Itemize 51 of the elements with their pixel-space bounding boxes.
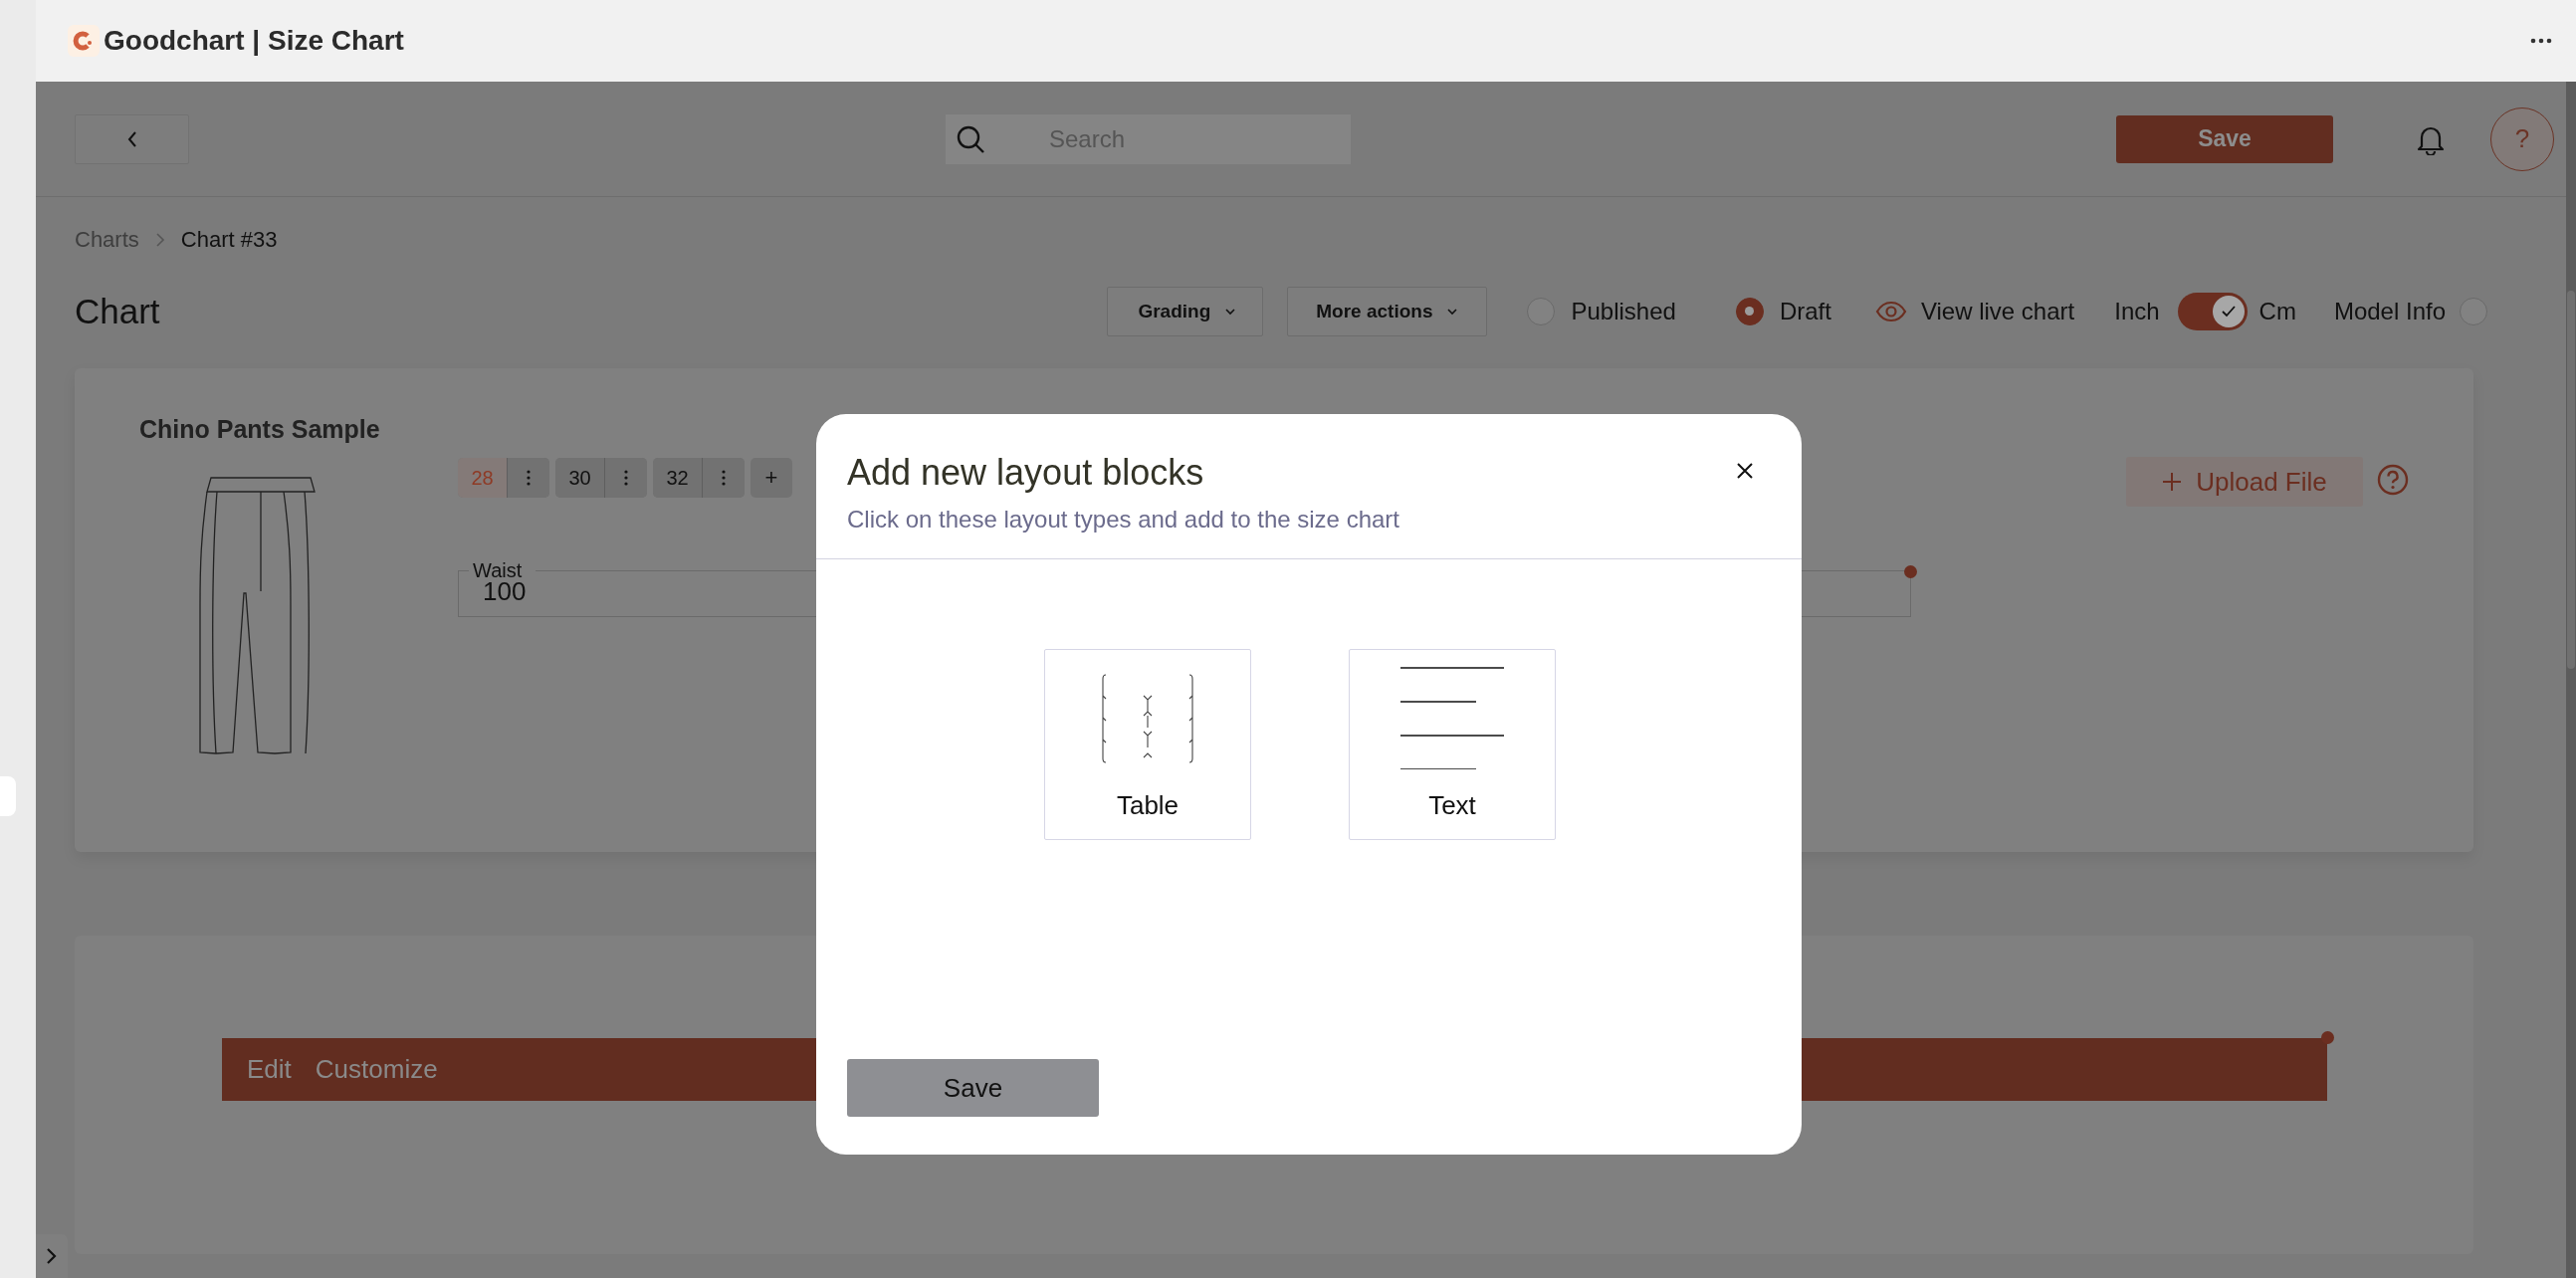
unit-label: Cm (2258, 298, 2296, 325)
size-tab[interactable]: 32 (653, 458, 703, 498)
kebab-icon (527, 470, 531, 486)
model-info-label: Model Info (2333, 298, 2446, 325)
modal-title: Add new layout blocks (847, 452, 1204, 494)
dropdown-button[interactable]: Grading (1107, 287, 1264, 336)
radio-label: Draft (1779, 298, 1831, 325)
dropdown-button[interactable]: More actions (1287, 287, 1488, 336)
caret-icon (1446, 308, 1459, 316)
save-button[interactable]: Save (2116, 114, 2333, 163)
chevron-right-icon (46, 1247, 58, 1265)
breadcrumb-link[interactable]: Charts (75, 227, 139, 253)
view-live-link[interactable]: View live chart (1874, 298, 2075, 325)
chevron-left-icon (126, 130, 137, 147)
help-button[interactable]: ? (2490, 106, 2554, 171)
plus-icon (2162, 472, 2183, 492)
radio-label: Published (1571, 298, 1676, 325)
text-lines-icon (1400, 666, 1504, 769)
resize-handle[interactable] (2321, 1031, 2334, 1044)
more-icon[interactable] (2530, 38, 2552, 44)
check-icon (2220, 305, 2237, 319)
table-icon (1100, 674, 1195, 763)
caret-icon (1224, 308, 1237, 316)
app-title: Goodchart | Size Chart (104, 25, 404, 57)
layout-option[interactable]: Table (1044, 649, 1251, 840)
unit-toggle[interactable] (2177, 293, 2248, 330)
upload-button[interactable]: Upload File (2126, 457, 2363, 507)
kebab-icon (722, 470, 726, 486)
product-name: Chino Pants Sample (139, 415, 381, 444)
scrollbar[interactable] (2566, 82, 2576, 1278)
modal-subtitle: Click on these layout types and add to the size chart (847, 506, 1400, 533)
search-icon (956, 123, 985, 154)
expand-button[interactable] (36, 1234, 68, 1278)
resize-handle[interactable] (1904, 565, 1917, 578)
eye-icon (1874, 301, 1907, 322)
unit-label: Inch (2114, 298, 2160, 325)
size-tab[interactable]: 30 (555, 458, 605, 498)
add-size-button[interactable]: + (751, 458, 792, 498)
help-icon[interactable] (2377, 464, 2409, 496)
kebab-icon (624, 470, 628, 486)
page-title: Chart (75, 292, 160, 331)
close-icon (1736, 462, 1754, 480)
radio-button[interactable] (1735, 298, 1764, 325)
logo-icon (68, 25, 100, 57)
block-action-link[interactable]: Edit (247, 1054, 292, 1085)
breadcrumb-link[interactable]: Chart #33 (180, 227, 278, 253)
chevron-right-icon (154, 232, 165, 248)
layout-option[interactable]: Text (1349, 649, 1556, 840)
save-button[interactable]: Save (847, 1059, 1099, 1117)
measurement-input[interactable]: 100 (483, 576, 781, 607)
block-action-link[interactable]: Customize (315, 1054, 438, 1085)
